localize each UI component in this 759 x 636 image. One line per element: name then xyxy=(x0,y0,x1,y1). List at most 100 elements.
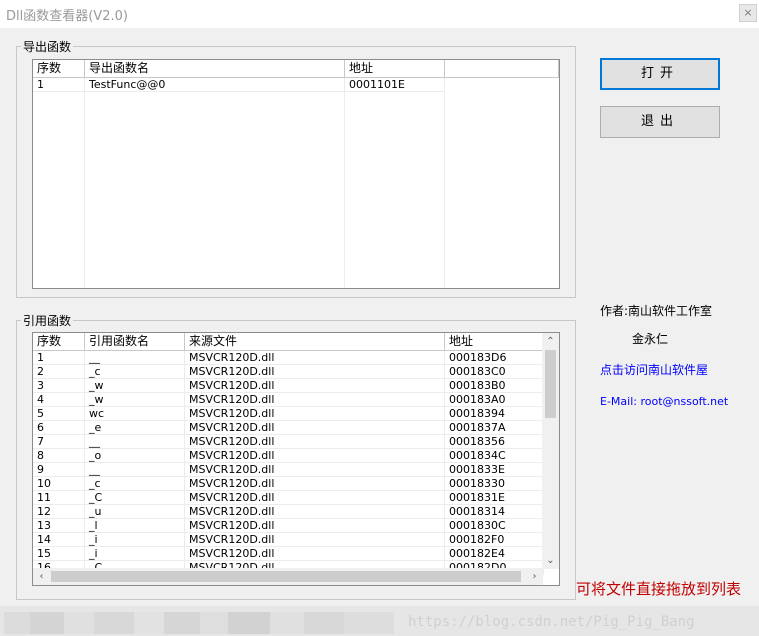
table-row[interactable]: 12 _u MSVCR120D.dll 00018314 xyxy=(33,505,544,519)
import-cell: 000183C0 xyxy=(445,365,544,378)
vertical-scroll-thumb[interactable] xyxy=(545,350,556,418)
import-cell: _u xyxy=(85,505,185,518)
export-cell: 1 xyxy=(33,78,85,91)
blurred-region xyxy=(64,612,94,634)
import-cell: _c xyxy=(85,477,185,490)
export-list-header: 序数 导出函数名 地址 xyxy=(33,60,559,78)
watermark-text: https://blog.csdn.net/Pig_Pig_Bang xyxy=(408,614,695,630)
table-row[interactable]: 3 _w MSVCR120D.dll 000183B0 xyxy=(33,379,544,393)
import-cell: _o xyxy=(85,449,185,462)
table-row[interactable]: 13 _l MSVCR120D.dll 0001830C xyxy=(33,519,544,533)
scroll-up-icon[interactable]: ⌃ xyxy=(542,333,559,350)
import-cell: MSVCR120D.dll xyxy=(185,477,445,490)
import-cell: 8 xyxy=(33,449,85,462)
export-col-name[interactable]: 导出函数名 xyxy=(85,60,345,77)
table-row[interactable]: 4 _w MSVCR120D.dll 000183A0 xyxy=(33,393,544,407)
import-cell: wc xyxy=(85,407,185,420)
table-row[interactable]: 8 _o MSVCR120D.dll 0001834C xyxy=(33,449,544,463)
import-cell: 7 xyxy=(33,435,85,448)
import-cell: MSVCR120D.dll xyxy=(185,379,445,392)
import-cell: _e xyxy=(85,421,185,434)
import-cell: 0001833E xyxy=(445,463,544,476)
import-functions-list[interactable]: 序数 引用函数名 来源文件 地址 1 __ MSVCR120D.dll 000183D… xyxy=(32,332,560,586)
blurred-region xyxy=(134,612,164,634)
table-row[interactable]: 1 TestFunc@@0 0001101E xyxy=(33,78,445,92)
table-row[interactable]: 15 _i MSVCR120D.dll 000182E4 xyxy=(33,547,544,561)
import-cell: 0001831E xyxy=(445,491,544,504)
table-row[interactable]: 2 _c MSVCR120D.dll 000183C0 xyxy=(33,365,544,379)
blurred-region xyxy=(30,612,64,634)
import-horizontal-scrollbar[interactable]: ‹ › xyxy=(33,568,543,585)
import-cell: _i xyxy=(85,547,185,560)
visit-website-link[interactable]: 点击访问南山软件屋 xyxy=(600,361,708,378)
blurred-region xyxy=(164,612,200,634)
table-row[interactable]: 10 _c MSVCR120D.dll 00018330 xyxy=(33,477,544,491)
import-cell: 0001837A xyxy=(445,421,544,434)
table-row[interactable]: 6 _e MSVCR120D.dll 0001837A xyxy=(33,421,544,435)
import-cell: MSVCR120D.dll xyxy=(185,351,445,364)
blurred-region xyxy=(228,612,270,634)
import-col-ordinal[interactable]: 序数 xyxy=(33,333,85,350)
blurred-region xyxy=(4,612,30,634)
export-col-extra[interactable] xyxy=(445,60,559,77)
scroll-left-icon[interactable]: ‹ xyxy=(33,568,50,585)
import-cell: 10 xyxy=(33,477,85,490)
title-bar[interactable]: Dll函数查看器(V2.0) × xyxy=(0,0,759,28)
import-cell: MSVCR120D.dll xyxy=(185,435,445,448)
import-cell: 00018330 xyxy=(445,477,544,490)
import-cell: MSVCR120D.dll xyxy=(185,491,445,504)
export-cell: 0001101E xyxy=(345,78,445,91)
email-label: E-Mail: root@nssoft.net xyxy=(600,395,729,408)
import-rows: 1 __ MSVCR120D.dll 000183D6 2 _c MSVCR120D.dll… xyxy=(33,351,544,575)
exit-button[interactable]: 退出 xyxy=(600,106,720,138)
import-cell: MSVCR120D.dll xyxy=(185,533,445,546)
import-cell: _i xyxy=(85,533,185,546)
close-button[interactable]: × xyxy=(739,4,757,22)
import-cell: 13 xyxy=(33,519,85,532)
blurred-region xyxy=(304,612,344,634)
import-cell: MSVCR120D.dll xyxy=(185,407,445,420)
import-cell: 14 xyxy=(33,533,85,546)
import-vertical-scrollbar[interactable]: ⌃ ⌄ xyxy=(542,333,559,569)
import-cell: 5 xyxy=(33,407,85,420)
table-row[interactable]: 9 __ MSVCR120D.dll 0001833E xyxy=(33,463,544,477)
table-row[interactable]: 5 wc MSVCR120D.dll 00018394 xyxy=(33,407,544,421)
import-cell: MSVCR120D.dll xyxy=(185,547,445,560)
scroll-right-icon[interactable]: › xyxy=(526,568,543,585)
import-col-name[interactable]: 引用函数名 xyxy=(85,333,185,350)
open-button[interactable]: 打开 xyxy=(600,58,720,90)
import-cell: _w xyxy=(85,393,185,406)
import-col-address[interactable]: 地址 xyxy=(445,333,544,350)
table-row[interactable]: 14 _i MSVCR120D.dll 000182F0 xyxy=(33,533,544,547)
import-cell: 1 xyxy=(33,351,85,364)
table-row[interactable]: 11 _C MSVCR120D.dll 0001831E xyxy=(33,491,544,505)
drop-hint-text: 可将文件直接拖放到列表 xyxy=(576,580,742,598)
horizontal-scroll-thumb[interactable] xyxy=(51,571,521,582)
export-grid-line xyxy=(444,78,445,288)
blurred-region xyxy=(94,612,134,634)
import-cell: 2 xyxy=(33,365,85,378)
table-row[interactable]: 7 __ MSVCR120D.dll 00018356 xyxy=(33,435,544,449)
import-cell: _l xyxy=(85,519,185,532)
export-functions-list[interactable]: 序数 导出函数名 地址 1 TestFunc@@0 0001101E xyxy=(32,59,560,289)
scroll-down-icon[interactable]: ⌄ xyxy=(542,552,559,569)
import-cell: 12 xyxy=(33,505,85,518)
export-group-label: 导出函数 xyxy=(21,40,74,54)
import-cell: __ xyxy=(85,351,185,364)
export-col-ordinal[interactable]: 序数 xyxy=(33,60,85,77)
export-cell: TestFunc@@0 xyxy=(85,78,345,91)
import-cell: MSVCR120D.dll xyxy=(185,463,445,476)
author-name: 金永仁 xyxy=(632,332,669,346)
import-cell: _c xyxy=(85,365,185,378)
import-col-source[interactable]: 来源文件 xyxy=(185,333,445,350)
blurred-region xyxy=(344,612,394,634)
import-group-label: 引用函数 xyxy=(21,314,74,328)
export-col-address[interactable]: 地址 xyxy=(345,60,445,77)
status-bar: https://blog.csdn.net/Pig_Pig_Bang xyxy=(0,606,759,636)
import-cell: 9 xyxy=(33,463,85,476)
import-cell: MSVCR120D.dll xyxy=(185,519,445,532)
import-cell: _w xyxy=(85,379,185,392)
import-cell: 3 xyxy=(33,379,85,392)
import-cell: 15 xyxy=(33,547,85,560)
table-row[interactable]: 1 __ MSVCR120D.dll 000183D6 xyxy=(33,351,544,365)
